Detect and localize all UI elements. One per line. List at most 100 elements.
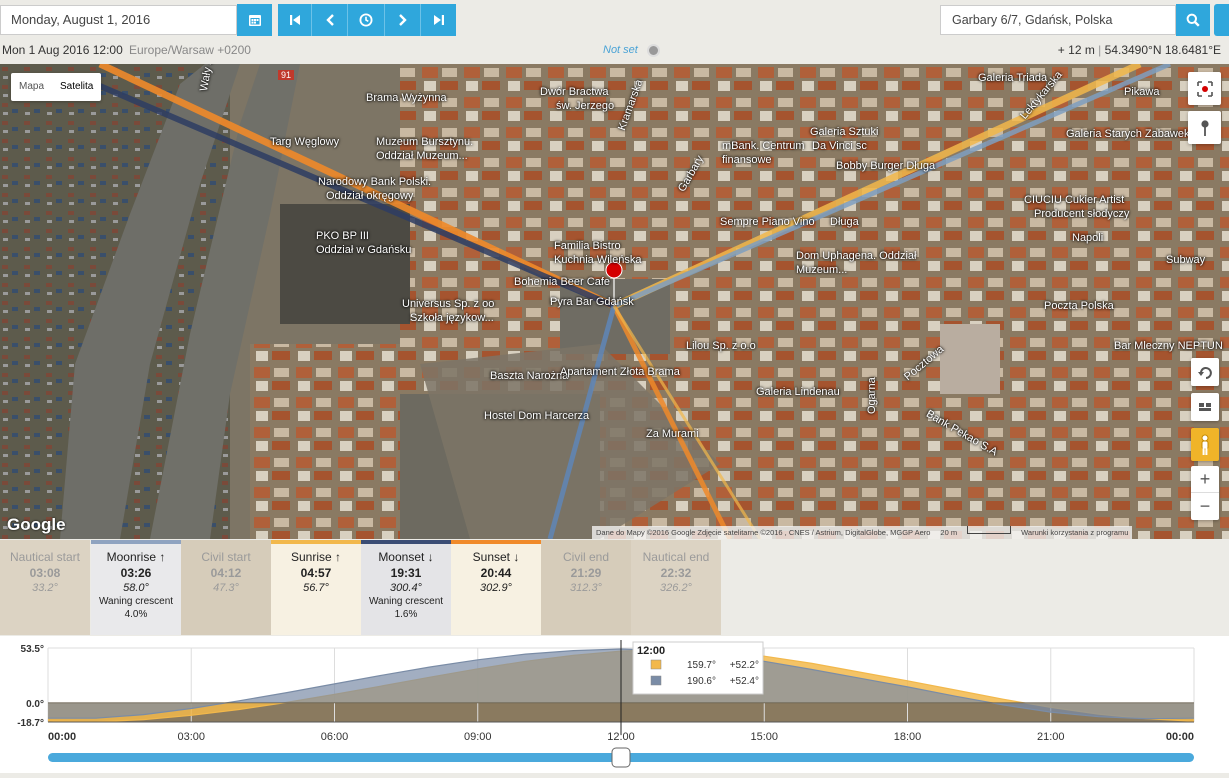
map-label[interactable]: Narodowy Bank Polski. <box>318 176 431 188</box>
event-time: 21:29 <box>570 566 602 580</box>
map-label[interactable]: Bohemia Beer Cafe <box>514 276 610 288</box>
map-label[interactable]: św. Jerzego <box>556 100 614 112</box>
map-label[interactable]: CIUCIU Cukier Artist <box>1024 194 1124 206</box>
map-type-map[interactable]: Mapa <box>11 73 52 101</box>
map-label[interactable]: Galeria Starych Zabawek <box>1066 128 1190 140</box>
event-time: 04:12 <box>210 566 242 580</box>
event-cell[interactable]: Moonset ↓ 19:31 300.4° Waning crescent 1.6% <box>361 540 451 635</box>
skip-back-button[interactable] <box>278 4 312 36</box>
scale-label: 20 m <box>940 528 958 537</box>
map-label[interactable]: Producent słodyczy <box>1034 208 1129 220</box>
event-cell[interactable]: Sunrise ↑ 04:57 56.7° <box>271 540 361 635</box>
skip-forward-button[interactable] <box>421 4 456 36</box>
toggle-switch[interactable] <box>647 44 660 57</box>
map-label[interactable]: Długa <box>830 216 859 228</box>
map-label[interactable]: Muzeum... <box>796 264 847 276</box>
map-label[interactable]: Galeria Sztuki <box>810 126 878 138</box>
arrow-down-icon: ↓ <box>510 550 520 564</box>
tooltip-time: 12:00 <box>637 645 665 657</box>
now-button[interactable] <box>348 4 385 36</box>
event-name-row: Civil start <box>181 549 271 565</box>
altitude-chart[interactable]: 53.5° 0.0° -18.7° 00:00 03:00 06:00 09:00 12:00… <box>0 636 1229 773</box>
satellite-map[interactable]: Mapa Satelita Brama Wyżynna Dwór Bractwa ś… <box>0 64 1229 539</box>
fullscreen-button[interactable] <box>1188 72 1221 105</box>
map-label[interactable]: Pyra Bar Gdańsk <box>550 296 634 308</box>
map-label[interactable]: Familia Bistro <box>554 240 621 252</box>
event-cell[interactable]: Nautical end 22:32 326.2° <box>631 540 721 635</box>
event-cell[interactable]: Nautical start 03:08 33.2° <box>0 540 90 635</box>
address-input[interactable]: Garbary 6/7, Gdańsk, Polska <box>940 5 1176 35</box>
zoom-out-button[interactable]: − <box>1191 493 1219 520</box>
x-tick-label: 06:00 <box>321 731 349 743</box>
step-back-button[interactable] <box>312 4 348 36</box>
event-name-row: Sunrise ↑ <box>271 549 361 565</box>
map-label[interactable]: Brama Wyżynna <box>366 92 447 104</box>
map-label[interactable]: Szkoła językow... <box>410 312 494 324</box>
current-datetime: Mon 1 Aug 2016 12:00 <box>2 43 123 57</box>
map-label[interactable]: Galeria Triada <box>978 72 1047 84</box>
y-tick-label: -18.7° <box>17 718 44 729</box>
event-cell[interactable]: Moonrise ↑ 03:26 58.0° Waning crescent 4.0% <box>91 540 181 635</box>
skip-back-icon <box>289 15 300 25</box>
map-label[interactable]: Poczta Polska <box>1044 300 1114 312</box>
step-forward-button[interactable] <box>385 4 421 36</box>
map-label[interactable]: finansowe <box>722 154 772 166</box>
arrow-up-icon: ↑ <box>331 550 342 564</box>
event-name-row: Civil end <box>541 549 631 565</box>
map-label[interactable]: Da Vinci sc <box>812 140 867 152</box>
date-input[interactable]: Monday, August 1, 2016 <box>0 5 237 35</box>
tilt-button[interactable] <box>1191 393 1219 421</box>
map-label[interactable]: Kuchnia Wileńska <box>554 254 641 266</box>
zoom-in-button[interactable]: + <box>1191 466 1219 493</box>
pin-button[interactable] <box>1188 111 1221 144</box>
map-label[interactable]: Apartament Złota Brama <box>560 366 680 378</box>
calendar-button[interactable] <box>237 4 272 36</box>
map-label[interactable]: Za Murami <box>646 428 699 440</box>
skip-forward-icon <box>433 15 444 25</box>
street-view-button[interactable] <box>1191 428 1219 461</box>
menu-button[interactable] <box>1214 4 1229 36</box>
map-label[interactable]: Subway <box>1166 254 1205 266</box>
event-time: 19:31 <box>390 566 422 580</box>
search-icon <box>1186 13 1200 27</box>
scale-bar <box>967 526 1012 534</box>
terms-link[interactable]: Warunki korzystania z programu <box>1021 526 1128 539</box>
time-slider-handle[interactable] <box>611 747 631 768</box>
x-tick-label: 00:00 <box>48 731 76 743</box>
moon-phase: Waning crescent <box>98 596 174 607</box>
map-label[interactable]: Dwór Bractwa <box>540 86 608 98</box>
rotate-button[interactable] <box>1191 358 1219 386</box>
event-cell[interactable]: Civil start 04:12 47.3° <box>181 540 271 635</box>
map-label[interactable]: Baszta Narożna <box>490 370 568 382</box>
map-label[interactable]: Bobby Burger Długa <box>836 160 935 172</box>
map-label[interactable]: Napoli <box>1072 232 1103 244</box>
legend-swatch <box>650 659 662 670</box>
event-cell[interactable]: Civil end 21:29 312.3° <box>541 540 631 635</box>
map-label[interactable]: Muzeum Bursztynu. <box>376 136 473 148</box>
map-label[interactable]: Bar Mleczny NEPTUN <box>1114 340 1223 352</box>
event-cell[interactable]: Sunset ↓ 20:44 302.9° <box>451 540 541 635</box>
map-label[interactable]: Galeria Lindenau <box>756 386 840 398</box>
map-label[interactable]: Sempre Piano Vino <box>720 216 815 228</box>
event-time: 22:32 <box>660 566 692 580</box>
map-label[interactable]: Oddział w Gdańsku <box>316 244 411 256</box>
map-label[interactable]: Universus Sp. z oo <box>402 298 494 310</box>
map-label[interactable]: Dom Uphagena. Oddział <box>796 250 916 262</box>
map-label[interactable]: 91 <box>278 70 295 80</box>
event-time: 03:08 <box>29 566 61 580</box>
map-type-satellite[interactable]: Satelita <box>52 73 101 101</box>
event-name-row: Moonset ↓ <box>361 549 451 565</box>
map-label[interactable]: Pikawa <box>1124 86 1159 98</box>
moon-illumination: 4.0% <box>124 609 148 620</box>
map-label[interactable]: Ogarna <box>866 377 878 414</box>
map-label[interactable]: Oddział Muzeum... <box>376 150 468 162</box>
search-button[interactable] <box>1176 4 1210 36</box>
map-label[interactable]: Targ Węglowy <box>270 136 339 148</box>
event-time: 04:57 <box>300 566 332 580</box>
map-label[interactable]: PKO BP III <box>316 230 369 242</box>
map-label[interactable]: mBank. Centrum <box>722 140 805 152</box>
map-label[interactable]: Oddział okręgowy <box>326 190 413 202</box>
map-label[interactable]: Hostel Dom Harcerza <box>484 410 589 422</box>
map-label[interactable]: Lilou Sp. z o.o <box>686 340 756 352</box>
event-name: Sunrise <box>290 550 332 564</box>
